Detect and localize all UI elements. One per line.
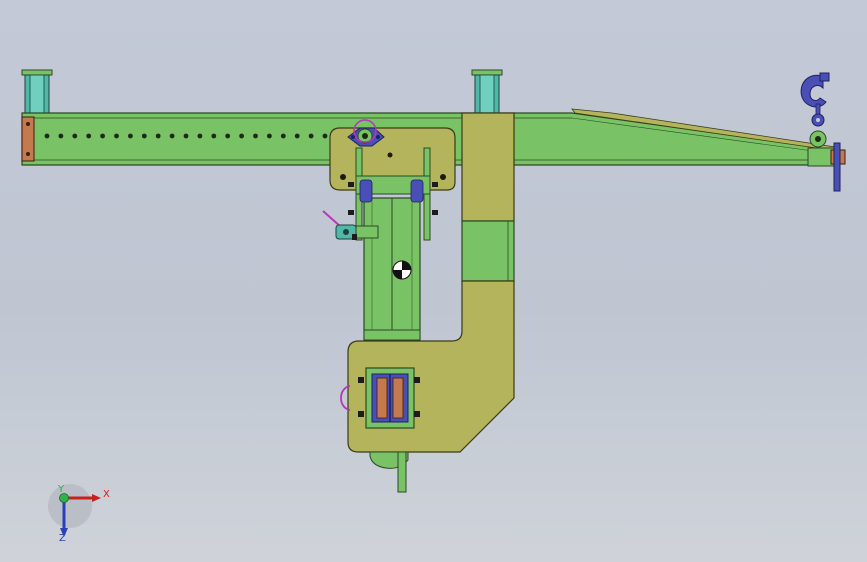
beam-hole bbox=[183, 133, 189, 139]
crane-hook-icon bbox=[800, 72, 830, 127]
clamp-block bbox=[358, 367, 420, 429]
beam-hole bbox=[267, 133, 272, 139]
vertical-arm bbox=[363, 197, 421, 341]
triad-x-label: X bbox=[103, 489, 110, 500]
beam-hole bbox=[239, 133, 245, 139]
beam-hole bbox=[44, 133, 50, 139]
left-end-plate bbox=[21, 116, 35, 162]
beam-hole bbox=[114, 133, 119, 139]
beam-hole-row bbox=[44, 133, 328, 139]
beam-hole bbox=[127, 133, 133, 139]
beam-hole bbox=[169, 133, 175, 139]
beam-hole bbox=[225, 133, 231, 139]
triad-y-label: Y bbox=[57, 484, 65, 495]
beam-hole bbox=[253, 133, 258, 139]
beam-hole bbox=[155, 133, 161, 139]
center-of-mass-icon bbox=[392, 260, 412, 280]
triad-z-label: Z bbox=[59, 533, 66, 544]
beam-hole bbox=[100, 133, 105, 139]
beam-hole bbox=[294, 133, 300, 139]
beam-hole bbox=[72, 133, 78, 139]
beam-hole bbox=[308, 133, 314, 139]
beam-hole bbox=[58, 133, 64, 139]
cad-viewport[interactable]: X Y Z bbox=[0, 0, 867, 562]
bottom-tab bbox=[369, 451, 409, 493]
beam-hole bbox=[211, 133, 217, 139]
beam-hole bbox=[197, 133, 203, 139]
beam-hole bbox=[86, 133, 92, 139]
beam-hole bbox=[141, 133, 147, 139]
beam-hole bbox=[322, 133, 328, 139]
left-post bbox=[21, 69, 53, 114]
column-right bbox=[461, 112, 515, 282]
coordinate-triad: X Y Z bbox=[48, 484, 110, 544]
beam-hole bbox=[280, 133, 286, 139]
right-end-fitting bbox=[807, 130, 846, 192]
middle-post bbox=[471, 69, 503, 114]
